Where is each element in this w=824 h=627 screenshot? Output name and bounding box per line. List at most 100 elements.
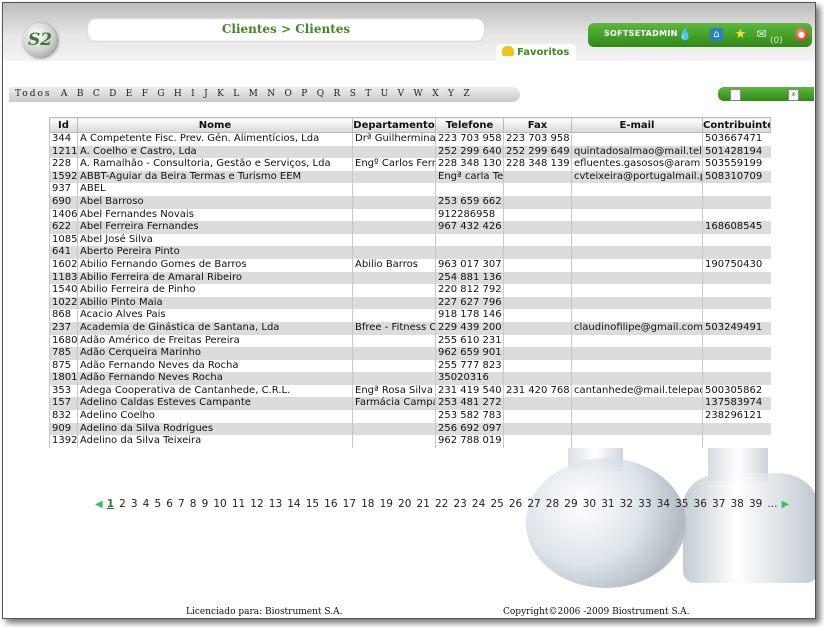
page-link[interactable]: 28 (546, 498, 559, 510)
table-row[interactable]: 157 Adelino Caldas Esteves Campante Farmác… (49, 397, 771, 411)
page-link[interactable]: 13 (269, 498, 282, 510)
page-link[interactable]: 30 (583, 498, 596, 510)
table-row[interactable]: 1602 Abilio Fernando Gomes de Barros Abili… (49, 258, 771, 272)
table-row[interactable]: 909 Adelino da Silva Rodrigues 256 692 097 (49, 422, 771, 436)
page-link[interactable]: 37 (712, 498, 725, 510)
page-link[interactable]: 26 (509, 498, 522, 510)
filter-letter-p[interactable]: P (301, 87, 307, 102)
table-row[interactable]: 1085 Abel José Silva (49, 233, 771, 247)
table-row[interactable]: 353 Adega Cooperativa de Cantanhede, C.R.… (49, 384, 771, 398)
column-header[interactable]: E-mail (571, 117, 703, 133)
table-row[interactable]: 237 Academia de Ginástica de Santana, Lda… (49, 321, 771, 335)
filter-letter-h[interactable]: H (174, 87, 182, 102)
page-link[interactable]: 22 (435, 498, 448, 510)
table-row[interactable]: 832 Adelino Coelho 253 582 783 238296121 (49, 410, 771, 423)
page-link[interactable]: 39 (749, 498, 762, 510)
column-header[interactable]: Departamento (352, 117, 436, 133)
favorites-tab[interactable]: Favoritos (496, 44, 576, 61)
page-link[interactable]: 9 (202, 498, 209, 510)
page-link[interactable]: 10 (213, 498, 226, 510)
column-header[interactable]: Id (49, 117, 78, 133)
page-link[interactable]: 18 (361, 498, 374, 510)
page-link[interactable]: 32 (620, 498, 633, 510)
next-page-icon[interactable]: ▶ (781, 499, 789, 510)
logout-icon[interactable]: ● (795, 28, 808, 41)
table-row[interactable]: 1211 A. Coelho e Castro, Lda 252 299 640 25… (49, 145, 771, 159)
filter-letter-t[interactable]: T (365, 87, 371, 102)
page-link[interactable]: 6 (166, 498, 173, 510)
filter-letter-s[interactable]: S (350, 87, 356, 102)
droplet-icon[interactable]: 💧 (678, 28, 692, 41)
page-link[interactable]: 23 (453, 498, 466, 510)
filter-all[interactable]: Todos (15, 87, 52, 102)
page-link[interactable]: 4 (143, 498, 150, 510)
app-logo[interactable]: S2 (23, 23, 57, 57)
table-row[interactable]: 1183 Abilio Ferreira de Amaral Ribeiro 254… (49, 271, 771, 285)
page-link[interactable]: 38 (730, 498, 743, 510)
table-row[interactable]: 344 A Competente Fisc. Prev. Gén. Aliment… (49, 132, 771, 146)
page-link[interactable]: 19 (380, 498, 393, 510)
column-header[interactable]: Nome (77, 117, 353, 133)
page-link[interactable]: 20 (398, 498, 411, 510)
filter-letter-q[interactable]: Q (317, 87, 324, 102)
table-row[interactable]: 1801 Adão Fernando Neves Rocha 35020316 (49, 372, 771, 385)
page-link[interactable]: 11 (232, 498, 245, 510)
table-row[interactable]: 1680 Adão Américo de Freitas Pereira 255 6… (49, 334, 771, 348)
page-link[interactable]: 24 (472, 498, 485, 510)
filter-letter-k[interactable]: K (217, 87, 224, 102)
table-row[interactable]: 1022 Abilio Pinto Maia 227 627 796 (49, 296, 771, 310)
page-link[interactable]: 12 (250, 498, 263, 510)
page-link[interactable]: 29 (564, 498, 577, 510)
table-row[interactable]: 1592 ABBT-Aguiar da Beira Termas e Turism… (49, 170, 771, 184)
mail-icon[interactable]: ✉ (755, 28, 768, 41)
filter-letter-c[interactable]: C (93, 87, 100, 102)
column-header[interactable]: Contribuinte (702, 117, 771, 133)
filter-letter-a[interactable]: A (61, 87, 68, 102)
table-row[interactable]: 785 Adão Cerqueira Marinho 962 659 901 (49, 347, 771, 360)
page-link[interactable]: 21 (417, 498, 430, 510)
table-row[interactable]: 868 Acacio Alves Pais 918 178 146 (49, 309, 771, 322)
page-link[interactable]: 16 (324, 498, 337, 510)
prev-page-icon[interactable]: ◀ (95, 499, 103, 510)
filter-letter-j[interactable]: J (204, 87, 208, 102)
filter-letter-v[interactable]: V (398, 87, 405, 102)
page-link[interactable]: 25 (490, 498, 503, 510)
filter-letter-y[interactable]: Y (448, 87, 454, 102)
filter-letter-i[interactable]: I (191, 87, 195, 102)
table-row[interactable]: 641 Aberto Pereira Pinto (49, 246, 771, 259)
table-row[interactable]: 1392 Adelino da Silva Teixeira 962 788 019 (49, 435, 771, 448)
table-row[interactable]: 1406 Abel Fernandes Novais 912286958 (49, 208, 771, 222)
document-export-icon[interactable] (730, 89, 741, 101)
filter-letter-f[interactable]: F (142, 87, 148, 102)
page-link[interactable]: 1 (107, 498, 114, 510)
excel-export-icon[interactable]: x (788, 89, 799, 101)
filter-letter-u[interactable]: U (381, 87, 389, 102)
filter-letter-d[interactable]: D (109, 87, 116, 102)
table-row[interactable]: 228 A. Ramalhão - Consultoria, Gestão e S… (49, 158, 771, 171)
page-link[interactable]: 15 (306, 498, 319, 510)
filter-letter-l[interactable]: L (233, 87, 239, 102)
table-row[interactable]: 875 Adão Fernando Neves da Rocha 255 777 8… (49, 359, 771, 373)
filter-letter-e[interactable]: E (126, 87, 133, 102)
table-row[interactable]: 937 ABEL (49, 183, 771, 196)
page-link[interactable]: 34 (657, 498, 670, 510)
filter-letter-n[interactable]: N (267, 87, 275, 102)
page-link[interactable]: 17 (343, 498, 356, 510)
page-link[interactable]: 27 (527, 498, 540, 510)
filter-letter-w[interactable]: W (414, 87, 423, 102)
page-link[interactable]: 35 (675, 498, 688, 510)
star-icon[interactable]: ★ (734, 28, 747, 41)
filter-letter-x[interactable]: X (432, 87, 438, 102)
page-link[interactable]: 3 (131, 498, 138, 510)
filter-letter-m[interactable]: M (249, 87, 258, 102)
page-link[interactable]: 5 (154, 498, 161, 510)
filter-letter-z[interactable]: Z (463, 87, 469, 102)
page-link[interactable]: 8 (190, 498, 197, 510)
filter-letter-b[interactable]: B (77, 87, 84, 102)
page-link[interactable]: 14 (287, 498, 300, 510)
table-row[interactable]: 690 Abel Barroso 253 659 662 (49, 195, 771, 209)
page-link[interactable]: 7 (178, 498, 185, 510)
page-link[interactable]: 31 (601, 498, 614, 510)
filter-letter-o[interactable]: O (285, 87, 292, 102)
page-link[interactable]: 36 (694, 498, 707, 510)
